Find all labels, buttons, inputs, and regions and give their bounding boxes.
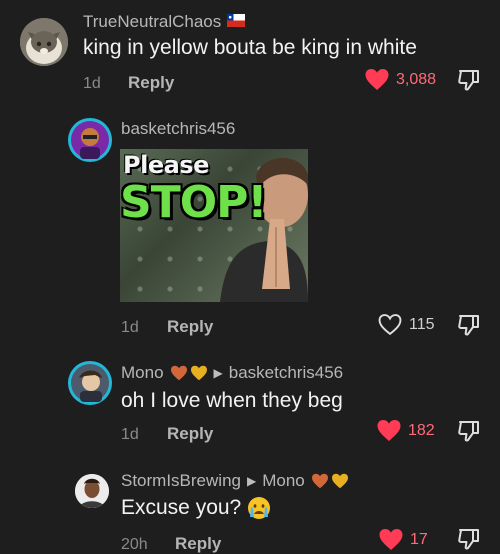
thumbs-down-icon (458, 529, 479, 550)
heart-filled-icon (377, 420, 401, 441)
reply-button[interactable]: Reply (167, 424, 213, 444)
cat-avatar-image (20, 18, 68, 66)
dislike-button[interactable] (456, 527, 482, 554)
comment-username[interactable]: basketchris456 (121, 119, 235, 139)
username-text[interactable]: StormIsBrewing (121, 471, 241, 491)
heart-filled-icon (379, 529, 403, 550)
avatar-cat[interactable] (20, 18, 68, 66)
like-count: 17 (410, 530, 428, 548)
like-count: 3,088 (396, 70, 437, 88)
character-avatar-image (71, 364, 109, 402)
like-button[interactable]: 115 (377, 313, 435, 336)
reply-to-username[interactable]: Mono (262, 471, 305, 491)
like-button[interactable]: 182 (376, 419, 435, 442)
like-count: 115 (409, 315, 435, 333)
comment-time: 1d (121, 426, 139, 443)
username-text[interactable]: basketchris456 (121, 119, 235, 139)
comment-text-content: Excuse you? (121, 496, 242, 519)
thumbs-down-icon (458, 315, 479, 336)
username-text[interactable]: Mono (121, 363, 164, 383)
reply-button[interactable]: Reply (128, 73, 174, 93)
comment-text: king in yellow bouta be king in white (83, 36, 417, 59)
reply-button[interactable]: Reply (167, 317, 213, 337)
thumbs-down-icon (458, 70, 479, 91)
avatar-stormisbrewing[interactable] (75, 474, 109, 508)
comment-time: 1d (121, 319, 139, 336)
reply-to-username[interactable]: basketchris456 (229, 363, 343, 383)
username-text[interactable]: TrueNeutralChaos (83, 12, 221, 32)
comment-username[interactable]: TrueNeutralChaos (83, 12, 246, 32)
like-button[interactable]: 3,088 (364, 68, 436, 91)
gif-attachment[interactable]: Please STOP! (120, 149, 308, 302)
dislike-button[interactable] (456, 419, 482, 448)
person-avatar-image (75, 474, 109, 508)
yellow-heart-icon (331, 473, 348, 489)
orange-heart-icon (170, 365, 187, 381)
comment-time: 20h (121, 536, 148, 553)
comment-username[interactable]: Mono ▶ basketchris456 (121, 363, 343, 383)
reply-arrow-icon: ▶ (213, 366, 223, 380)
like-count: 182 (408, 421, 435, 439)
thumbs-down-icon (458, 421, 479, 442)
like-button[interactable]: 17 (378, 528, 428, 551)
reply-arrow-icon: ▶ (246, 474, 257, 488)
crying-face-emoji-icon (248, 497, 271, 519)
avatar-mono[interactable] (68, 361, 112, 405)
yellow-heart-icon (190, 365, 207, 381)
reply-button[interactable]: Reply (175, 534, 221, 554)
heart-filled-icon (365, 69, 389, 90)
comment-text: Excuse you? (121, 496, 271, 520)
gif-caption-stop: STOP! (120, 177, 267, 228)
comment-text: oh I love when they beg (121, 389, 343, 412)
heart-outline-icon (378, 314, 402, 336)
flag-icon (227, 12, 246, 32)
gif-caption-please: Please (123, 151, 209, 179)
orange-heart-icon (311, 473, 328, 489)
avatar-basketchris[interactable] (68, 118, 112, 162)
comment-username[interactable]: StormIsBrewing ▶ Mono (121, 471, 349, 491)
dislike-button[interactable] (456, 68, 482, 97)
character-avatar-image (71, 121, 109, 159)
dislike-button[interactable] (456, 313, 482, 342)
comment-time: 1d (83, 75, 101, 92)
